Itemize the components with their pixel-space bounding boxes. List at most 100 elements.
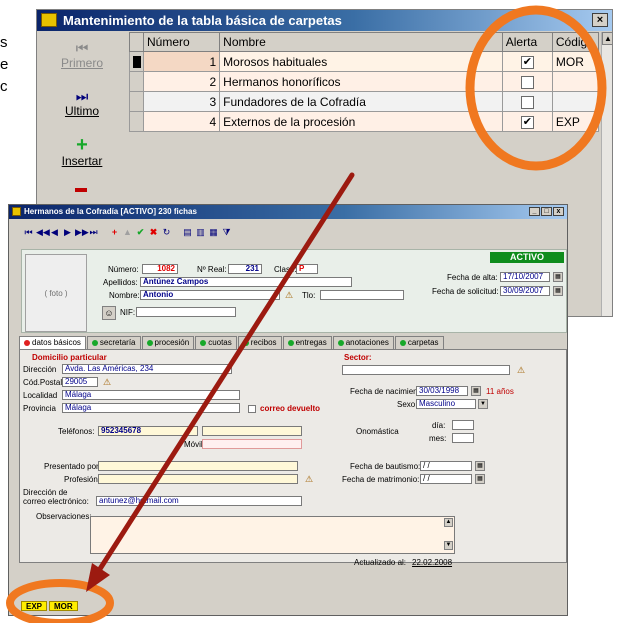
cell-nombre[interactable]: Hermanos honoríficos bbox=[219, 71, 503, 92]
next-page-icon[interactable]: ▶▶ bbox=[75, 226, 89, 238]
print-icon[interactable]: ▤ bbox=[182, 226, 193, 238]
close-icon[interactable]: × bbox=[592, 13, 608, 27]
column-header-alerta[interactable]: Alerta bbox=[501, 32, 553, 52]
alerta-checkbox[interactable]: ✔ bbox=[520, 55, 534, 69]
cell-codigo[interactable] bbox=[551, 71, 600, 92]
prev-icon[interactable]: ◀ bbox=[49, 226, 60, 238]
warning-icon[interactable]: ⚠ bbox=[516, 365, 526, 375]
cell-codigo[interactable] bbox=[551, 91, 600, 112]
nif-field[interactable] bbox=[136, 307, 236, 317]
profesion-field[interactable] bbox=[98, 474, 298, 484]
fecha-alta-field[interactable]: 17/10/2007 bbox=[500, 272, 550, 282]
cell-numero[interactable]: 4 bbox=[143, 111, 221, 132]
table-row[interactable]: 1 Morosos habituales ✔ MOR bbox=[128, 51, 600, 72]
table-row[interactable]: 3 Fundadores de la Cofradía bbox=[128, 91, 600, 112]
n-real-field[interactable]: 231 bbox=[228, 264, 262, 274]
column-header-nombre[interactable]: Nombre bbox=[219, 32, 503, 52]
calendar-icon[interactable]: ▦ bbox=[475, 474, 485, 484]
photo-placeholder[interactable]: ( foto ) bbox=[25, 254, 87, 332]
fecha-nacimiento-field[interactable]: 30/03/1998 bbox=[416, 386, 468, 396]
observaciones-textarea[interactable]: ▲ ▼ bbox=[90, 516, 455, 554]
column-header-numero[interactable]: Número bbox=[143, 32, 221, 52]
calendar-icon[interactable]: ▦ bbox=[471, 386, 481, 396]
last-record-button[interactable]: ⏭ Ultimo bbox=[37, 88, 127, 118]
tab-entregas[interactable]: entregas bbox=[282, 336, 332, 349]
last-icon[interactable]: ⏭ bbox=[88, 226, 99, 238]
person-icon[interactable]: ☺ bbox=[102, 306, 116, 320]
tab-recibos[interactable]: recibos bbox=[237, 336, 282, 349]
observaciones-scrollbar[interactable]: ▲ ▼ bbox=[444, 518, 453, 552]
tab-secretaria[interactable]: secretaría bbox=[86, 336, 141, 349]
calendar-icon[interactable]: ▦ bbox=[475, 461, 485, 471]
matrimonio-field[interactable]: / / bbox=[420, 474, 472, 484]
localidad-field[interactable]: Málaga bbox=[62, 390, 240, 400]
delete-icon[interactable] bbox=[75, 188, 87, 192]
prev-page-icon[interactable]: ◀◀ bbox=[36, 226, 50, 238]
warning-icon[interactable]: ⚠ bbox=[102, 377, 112, 387]
alerta-checkbox[interactable] bbox=[520, 75, 534, 89]
cell-numero[interactable]: 3 bbox=[143, 91, 221, 112]
email-field[interactable]: antunez@hotmail.com bbox=[96, 496, 302, 506]
warning-icon[interactable]: ⚠ bbox=[284, 290, 294, 300]
alerta-checkbox[interactable] bbox=[520, 95, 534, 109]
tab-datos-basicos[interactable]: datos básicos bbox=[19, 336, 86, 349]
cancel-icon[interactable]: ✖ bbox=[148, 226, 159, 238]
close-icon[interactable]: x bbox=[553, 207, 564, 216]
nombre-field[interactable]: Antonio bbox=[140, 290, 280, 300]
telefono-2-field[interactable] bbox=[202, 426, 302, 436]
bautismo-field[interactable]: / / bbox=[420, 461, 472, 471]
column-header-codigo[interactable]: Código bbox=[551, 32, 600, 52]
sector-field[interactable] bbox=[342, 365, 510, 375]
sexo-select[interactable]: Masculino bbox=[416, 399, 476, 409]
dia-field[interactable] bbox=[452, 420, 474, 430]
maximize-icon[interactable]: □ bbox=[541, 207, 552, 216]
movil-field[interactable] bbox=[202, 439, 302, 449]
refresh-icon[interactable]: ↻ bbox=[161, 226, 172, 238]
cell-numero[interactable]: 2 bbox=[143, 71, 221, 92]
tab-carpetas[interactable]: carpetas bbox=[394, 336, 444, 349]
mes-field[interactable] bbox=[452, 433, 474, 443]
telefono-field[interactable]: 952345678 bbox=[98, 426, 198, 436]
cell-numero[interactable]: 1 bbox=[143, 51, 221, 72]
copy-icon[interactable]: ▥ bbox=[195, 226, 206, 238]
calendar-icon[interactable]: ▦ bbox=[553, 286, 563, 296]
warning-icon[interactable]: ⚠ bbox=[304, 474, 314, 484]
confirm-icon[interactable]: ✔ bbox=[135, 226, 146, 238]
minimize-icon[interactable]: _ bbox=[529, 207, 540, 216]
paste-icon[interactable]: ▦ bbox=[208, 226, 219, 238]
correo-devuelto-checkbox[interactable] bbox=[248, 405, 256, 413]
cell-codigo[interactable]: EXP bbox=[551, 111, 600, 132]
tlo-field[interactable] bbox=[320, 290, 404, 300]
direccion-field[interactable]: Avda. Las Américas, 234 bbox=[62, 364, 232, 374]
tab-anotaciones[interactable]: anotaciones bbox=[332, 336, 394, 349]
add-icon[interactable]: + bbox=[109, 226, 120, 238]
chevron-down-icon[interactable]: ▼ bbox=[478, 399, 488, 409]
tab-procesion[interactable]: procesión bbox=[141, 336, 195, 349]
apellidos-field[interactable]: Antúnez Campos bbox=[140, 277, 352, 287]
provincia-field[interactable]: Málaga bbox=[62, 403, 240, 413]
tab-cuotas[interactable]: cuotas bbox=[195, 336, 237, 349]
table-row[interactable]: 2 Hermanos honoríficos bbox=[128, 71, 600, 92]
insert-record-button[interactable]: + Insertar bbox=[37, 135, 127, 168]
fecha-solicitud-field[interactable]: 30/09/2007 bbox=[500, 286, 550, 296]
codpostal-field[interactable]: 29005 bbox=[62, 377, 98, 387]
scroll-up-icon[interactable]: ▲ bbox=[444, 518, 453, 527]
numero-field[interactable]: 1082 bbox=[142, 264, 178, 274]
alerta-checkbox[interactable]: ✔ bbox=[520, 115, 534, 129]
filter-icon[interactable]: ⧩ bbox=[221, 226, 232, 238]
calendar-icon[interactable]: ▦ bbox=[553, 272, 563, 282]
cell-nombre[interactable]: Morosos habituales bbox=[219, 51, 503, 72]
next-icon[interactable]: ▶ bbox=[62, 226, 73, 238]
vertical-scrollbar[interactable]: ▲ bbox=[601, 32, 612, 316]
cell-nombre[interactable]: Fundadores de la Cofradía bbox=[219, 91, 503, 112]
presentado-field[interactable] bbox=[98, 461, 298, 471]
cell-nombre[interactable]: Externos de la procesión bbox=[219, 111, 503, 132]
first-icon[interactable]: ⏮ bbox=[23, 226, 34, 238]
first-record-button[interactable]: ⏮ Primero bbox=[37, 40, 127, 70]
scroll-up-icon[interactable]: ▲ bbox=[602, 32, 612, 45]
cell-codigo[interactable]: MOR bbox=[551, 51, 600, 72]
table-row[interactable]: 4 Externos de la procesión ✔ EXP bbox=[128, 111, 600, 132]
clase-field[interactable]: P bbox=[296, 264, 318, 274]
up-icon[interactable]: ▲ bbox=[122, 226, 133, 238]
scroll-down-icon[interactable]: ▼ bbox=[444, 541, 453, 550]
